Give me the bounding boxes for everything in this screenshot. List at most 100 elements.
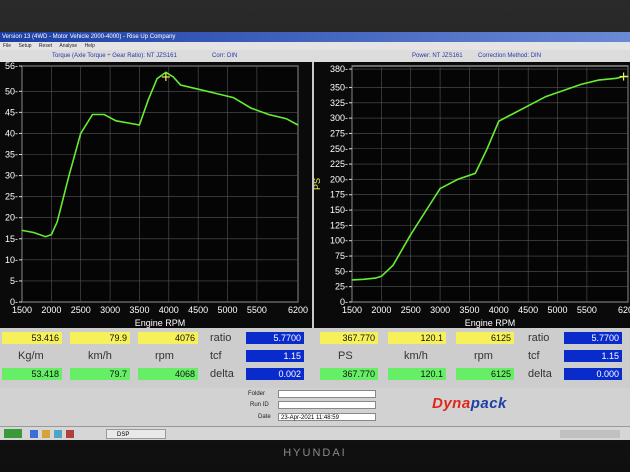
y-tick-label: 0-	[340, 297, 348, 307]
data-point	[363, 278, 365, 280]
quicklaunch-icon-3[interactable]	[54, 430, 62, 438]
y-tick-label: 125-	[330, 220, 348, 230]
data-point	[215, 92, 217, 94]
rpm-value: 4076	[138, 332, 198, 344]
menu-file[interactable]: File	[3, 43, 11, 49]
y-tick-label: 150-	[330, 205, 348, 215]
y-tick-label: 30-	[5, 171, 18, 181]
data-point	[21, 229, 23, 231]
data-point	[498, 120, 500, 122]
window-title: Version 13 (4WD - Motor Vehicle 2000-400…	[2, 34, 176, 40]
taskbar-app-button[interactable]: DSP	[106, 429, 166, 439]
torque-compare-value: 53.418	[2, 368, 62, 380]
y-tick-label: 10-	[5, 255, 18, 265]
x-tick-label: 6200	[618, 305, 630, 315]
x-tick-label: 4000	[489, 305, 509, 315]
x-axis-label: Engine RPM	[135, 318, 186, 328]
data-point	[156, 78, 158, 80]
data-point	[165, 71, 167, 73]
y-tick-label: 56-	[5, 62, 18, 71]
run-info-panel: Folder Run ID Date 23-Apr-2021 11:48:59	[0, 388, 630, 426]
menu-analyse[interactable]: Analyse	[59, 43, 77, 49]
power-unit: PS	[338, 350, 353, 362]
x-tick-label: 5000	[548, 305, 568, 315]
y-tick-label: 15-	[5, 234, 18, 244]
x-tick-label: 4500	[188, 305, 208, 315]
data-point	[392, 264, 394, 266]
power-tcf-value[interactable]: 1.15	[564, 350, 622, 362]
data-point	[197, 88, 199, 90]
readout-panel: 53.416 79.9 4076 ratio 5.7700 Kg/m km/h …	[0, 328, 630, 388]
data-point	[138, 124, 141, 126]
power-speed-unit: km/h	[404, 350, 428, 362]
menu-reset[interactable]: Reset	[39, 43, 52, 49]
data-point	[351, 279, 353, 281]
logo-part-2: pack	[470, 395, 507, 412]
torque-info-label: Torque (Axle Torque ÷ Gear Ratio): NT JZ…	[52, 53, 177, 59]
y-tick-label: 300-	[330, 113, 348, 123]
y-tick-label: 75-	[335, 251, 348, 261]
x-tick-label: 5500	[247, 305, 267, 315]
tcf-value[interactable]: 1.15	[246, 350, 304, 362]
x-tick-label: 3500	[459, 305, 479, 315]
ratio-label: ratio	[210, 332, 232, 344]
x-tick-label: 2000	[371, 305, 391, 315]
start-icon[interactable]	[4, 429, 22, 438]
y-tick-label: 25-	[335, 282, 348, 292]
x-axis-label: Engine RPM	[465, 318, 516, 328]
x-tick-label: 2500	[401, 305, 421, 315]
quicklaunch-icon-4[interactable]	[66, 430, 74, 438]
menu-setup[interactable]: Setup	[18, 43, 31, 49]
application-window: Version 13 (4WD - Motor Vehicle 2000-400…	[0, 32, 630, 440]
date-field[interactable]: 23-Apr-2021 11:48:59	[278, 413, 376, 421]
data-point	[68, 174, 70, 177]
data-point	[56, 221, 58, 223]
power-ratio-value[interactable]: 5.7700	[564, 332, 622, 344]
data-point	[127, 122, 129, 124]
x-tick-label: 2500	[71, 305, 91, 315]
y-tick-label: 200-	[330, 174, 348, 184]
power-delta-value[interactable]: 0.000	[564, 368, 622, 380]
power-info-label: Power: NT JZS161	[412, 53, 463, 59]
data-point	[80, 132, 82, 135]
logo-part-1: Dyna	[432, 395, 471, 412]
tcf-label: tcf	[210, 350, 222, 362]
quicklaunch-icon-1[interactable]	[30, 430, 38, 438]
y-axis-label: PS	[314, 178, 322, 190]
torque-chart: 1500 2000 2500 3000 3500 4000 4500 5000 5500 6200…	[0, 62, 312, 328]
power-rpm-unit: rpm	[474, 350, 493, 362]
y-tick-label: 350-	[330, 82, 348, 92]
menu-help[interactable]: Help	[85, 43, 95, 49]
info-bar: Torque (Axle Torque ÷ Gear Ratio): NT JZ…	[0, 50, 630, 62]
x-tick-label: 3500	[129, 305, 149, 315]
delta-value[interactable]: 0.002	[246, 368, 304, 380]
data-point	[374, 277, 377, 279]
data-point	[410, 233, 412, 236]
data-point	[439, 187, 441, 190]
quicklaunch-icon-2[interactable]	[42, 430, 50, 438]
data-point	[580, 83, 582, 85]
power-value: 367.770	[320, 332, 378, 344]
taskbar-app-label: DSP	[117, 432, 130, 438]
x-tick-label: 4500	[518, 305, 538, 315]
data-point	[172, 76, 174, 78]
data-point	[509, 114, 512, 116]
data-point	[615, 77, 617, 79]
data-point	[297, 124, 299, 126]
data-point	[115, 120, 117, 122]
y-tick-label: 380-	[330, 64, 348, 74]
data-point	[380, 275, 382, 277]
y-tick-label: 25-	[5, 192, 18, 202]
ratio-value[interactable]: 5.7700	[246, 332, 304, 344]
y-tick-label: 0-	[10, 297, 18, 307]
data-point	[598, 79, 600, 81]
data-point	[147, 99, 149, 101]
x-tick-label: 3000	[100, 305, 120, 315]
data-point	[50, 233, 52, 236]
y-tick-label: 5-	[10, 276, 18, 286]
run-id-field[interactable]	[278, 401, 376, 409]
folder-field[interactable]	[278, 390, 376, 398]
delta-label: delta	[210, 368, 234, 380]
y-tick-label: 20-	[5, 213, 18, 223]
data-point	[474, 172, 476, 174]
